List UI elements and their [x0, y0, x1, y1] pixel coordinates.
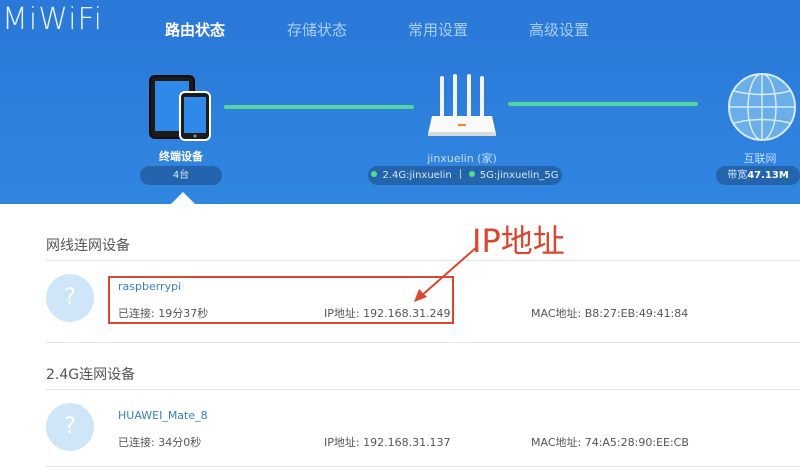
devices-label: 终端设备	[159, 150, 203, 163]
device-ip-address: IP地址: 192.168.31.137	[324, 436, 451, 449]
nav-tab-common-settings[interactable]: 常用设置	[408, 19, 468, 40]
device-mac-address: MAC地址: 74:A5:28:90:EE:CB	[531, 436, 689, 449]
devices-to-router-link	[224, 105, 414, 109]
main-nav: 路由状态 存储状态 常用设置 高级设置	[0, 19, 800, 45]
section-divider	[46, 466, 800, 467]
router-ssid-pill[interactable]: 2.4G:jinxuelin 5G:jinxuelin_5G	[368, 166, 562, 185]
section-title-wired: 网线连网设备	[46, 238, 130, 254]
device-connected-time: 已连接: 34分0秒	[118, 436, 202, 449]
router-to-internet-link	[508, 102, 698, 106]
bandwidth-value: 47.13M	[747, 170, 789, 181]
device-name-huawei-mate-8[interactable]: HUAWEI_Mate_8	[118, 409, 208, 422]
bandwidth-pill[interactable]: 带宽47.13M	[716, 166, 800, 185]
nav-tab-advanced-settings[interactable]: 高级设置	[529, 19, 589, 40]
section-divider	[46, 260, 800, 261]
device-avatar-icon: ?	[46, 274, 94, 322]
router-name: jinxuelin (家)	[427, 152, 497, 165]
section-divider	[46, 342, 800, 343]
ssid-24g: 2.4G:jinxuelin	[382, 170, 452, 181]
section-divider	[46, 389, 800, 390]
internet-label: 互联网	[743, 152, 777, 165]
status-dot-icon	[468, 171, 475, 177]
status-dot-icon	[371, 171, 378, 177]
top-header: MiWiFi 路由状态 存储状态 常用设置 高级设置 终端设备 4台 jinxu…	[0, 0, 800, 205]
device-mac-address: MAC地址: B8:27:EB:49:41:84	[531, 307, 689, 320]
internet-globe-icon[interactable]	[722, 72, 800, 142]
annotation-label: IP地址	[472, 222, 565, 260]
nav-tab-storage-status[interactable]: 存储状态	[287, 19, 347, 40]
router-icon[interactable]	[426, 72, 498, 138]
devices-count-pill[interactable]: 4台	[140, 166, 222, 185]
ssid-5g: 5G:jinxuelin_5G	[479, 170, 559, 181]
terminal-devices-icon[interactable]	[148, 74, 214, 142]
device-avatar-icon: ?	[46, 403, 94, 451]
ssid-separator	[459, 169, 461, 179]
bandwidth-prefix: 带宽	[727, 170, 748, 181]
ip-highlight-box	[108, 276, 454, 324]
section-title-24g: 2.4G连网设备	[46, 367, 136, 383]
nav-tab-router-status[interactable]: 路由状态	[165, 19, 225, 40]
